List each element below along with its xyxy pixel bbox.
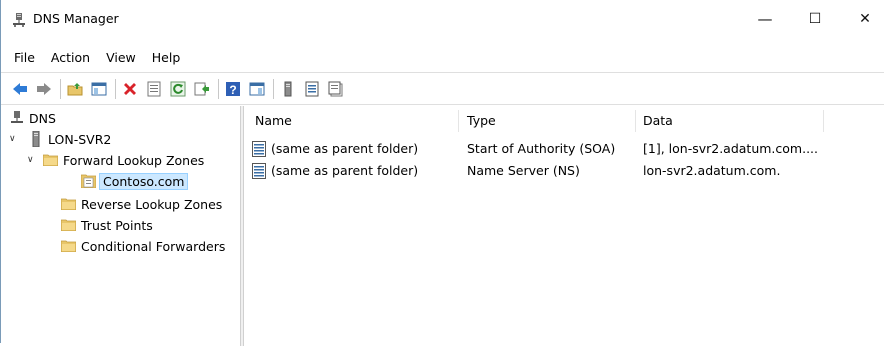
help-icon: ?: [226, 82, 240, 97]
dns-record-icon: [252, 163, 266, 179]
record-name: (same as parent folder): [271, 163, 419, 178]
server-icon: [284, 81, 292, 97]
server-button[interactable]: [277, 78, 299, 100]
show-hide-console-tree-button[interactable]: [88, 78, 110, 100]
toolbar-separator: [218, 79, 219, 99]
title-bar: DNS Manager — ☐ ✕: [1, 0, 884, 38]
folder-icon: [61, 198, 76, 210]
toolbar-separator: [115, 79, 116, 99]
tree-item-label: Contoso.com: [99, 172, 189, 190]
detail-view-icon: [328, 81, 343, 97]
record-name: (same as parent folder): [271, 141, 419, 156]
record-data: [1], lon-svr2.adatum.com....: [643, 141, 818, 156]
tree-item-dns[interactable]: DNS: [11, 108, 56, 128]
folder-icon: [61, 240, 76, 252]
tree-item-label: Forward Lookup Zones: [63, 152, 205, 168]
show-hide-tree-icon: [91, 82, 107, 96]
tree-item-label: DNS: [29, 110, 56, 126]
column-divider[interactable]: [823, 110, 824, 132]
properties-icon: [147, 81, 161, 97]
show-hide-action-pane-button[interactable]: [246, 78, 268, 100]
delete-button[interactable]: [119, 78, 141, 100]
server-icon: [32, 131, 40, 147]
tree-item-server[interactable]: ∨ LON-SVR2: [9, 129, 111, 149]
properties-button[interactable]: [143, 78, 165, 100]
window-title: DNS Manager: [33, 11, 119, 26]
table-row[interactable]: (same as parent folder) Name Server (NS)…: [245, 161, 884, 181]
dns-icon: [11, 111, 23, 123]
column-header-data[interactable]: Data: [643, 106, 673, 134]
results-list: Name Type Data (same as parent folder) S…: [245, 106, 884, 343]
svg-text:?: ?: [229, 83, 236, 97]
column-divider[interactable]: [458, 110, 459, 132]
chevron-down-icon[interactable]: ∨: [9, 134, 19, 144]
tree-item-trust-points[interactable]: Trust Points: [61, 215, 153, 235]
export-list-button[interactable]: [191, 78, 213, 100]
record-type: Start of Authority (SOA): [467, 141, 616, 156]
tree-item-label: LON-SVR2: [48, 131, 112, 147]
column-header-name[interactable]: Name: [255, 106, 292, 134]
column-divider[interactable]: [635, 110, 636, 132]
tree-item-conditional-forwarders[interactable]: Conditional Forwarders: [61, 236, 225, 256]
toolbar-separator: [273, 79, 274, 99]
maximize-button[interactable]: ☐: [795, 7, 835, 31]
up-folder-icon: [67, 83, 83, 96]
menu-divider: [1, 72, 884, 73]
menu-view[interactable]: View: [98, 48, 144, 68]
menu-help[interactable]: Help: [144, 48, 189, 68]
show-hide-action-pane-icon: [249, 82, 265, 96]
delete-icon: [124, 83, 136, 95]
back-button[interactable]: [9, 78, 31, 100]
tree-item-forward-lookup-zones[interactable]: ∨ Forward Lookup Zones: [27, 150, 204, 170]
record-type: Name Server (NS): [467, 163, 580, 178]
toolbar-divider: [1, 104, 884, 105]
tree-item-label: Reverse Lookup Zones: [81, 196, 223, 212]
tree-item-reverse-lookup-zones[interactable]: Reverse Lookup Zones: [61, 194, 222, 214]
menu-file[interactable]: File: [1, 48, 43, 68]
close-button[interactable]: ✕: [845, 7, 884, 31]
refresh-button[interactable]: [167, 78, 189, 100]
pane-splitter[interactable]: [240, 106, 244, 346]
forward-icon: [37, 83, 51, 95]
console-tree: DNS ∨ LON-SVR2 ∨ Forward Lookup Zones Co…: [9, 108, 241, 343]
folder-icon: [61, 219, 76, 231]
chevron-down-icon[interactable]: ∨: [27, 155, 37, 165]
list-view-button[interactable]: [301, 78, 323, 100]
toolbar-separator: [60, 79, 61, 99]
folder-icon: [43, 154, 58, 166]
list-view-icon: [305, 81, 319, 97]
minimize-button[interactable]: —: [745, 7, 785, 31]
record-data: lon-svr2.adatum.com.: [643, 163, 781, 178]
tree-item-label: Trust Points: [81, 217, 153, 233]
menu-action[interactable]: Action: [43, 48, 98, 68]
table-row[interactable]: (same as parent folder) Start of Authori…: [245, 139, 884, 159]
zone-folder-icon: [81, 174, 96, 188]
column-header-type[interactable]: Type: [467, 106, 496, 134]
dns-record-icon: [252, 141, 266, 157]
refresh-icon: [170, 81, 186, 97]
detail-view-button[interactable]: [325, 78, 347, 100]
forward-button[interactable]: [33, 78, 55, 100]
dns-app-icon: [13, 13, 25, 27]
menu-bar: File Action View Help: [1, 48, 188, 68]
tree-item-label: Conditional Forwarders: [81, 238, 226, 254]
back-icon: [13, 83, 27, 95]
toolbar: ?: [1, 76, 884, 102]
tree-item-contoso-com[interactable]: Contoso.com: [81, 171, 189, 191]
dns-manager-window: DNS Manager — ☐ ✕ File Action View Help: [0, 0, 884, 346]
export-list-icon: [194, 82, 209, 96]
up-one-level-button[interactable]: [64, 78, 86, 100]
help-button[interactable]: ?: [222, 78, 244, 100]
